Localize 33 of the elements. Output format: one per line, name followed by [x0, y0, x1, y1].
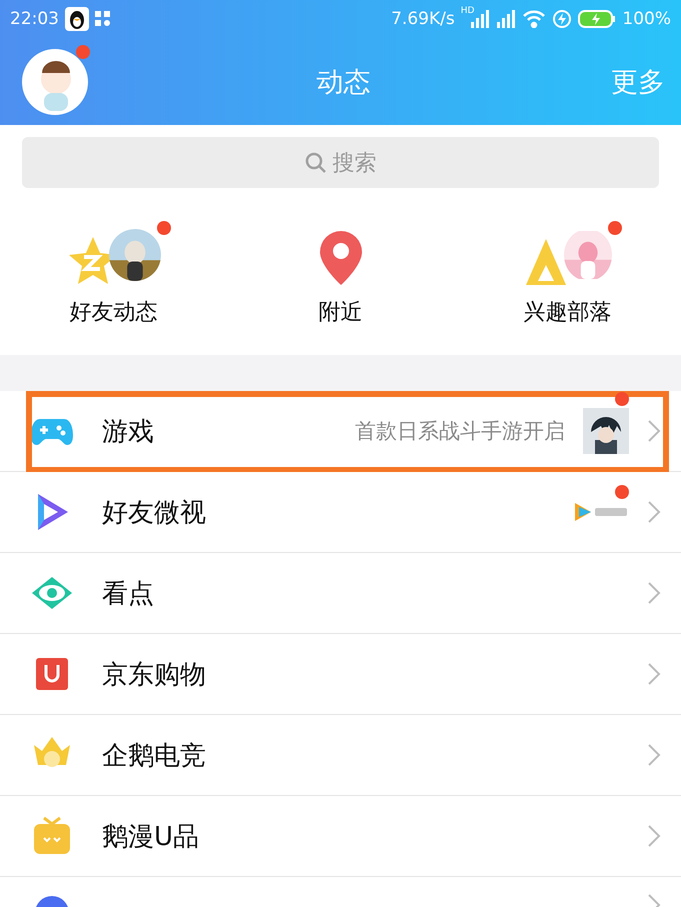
- menu-row[interactable]: 游戏 首款日系战斗手游开启: [0, 391, 681, 472]
- grid-icon: [95, 11, 111, 27]
- chevron-right-icon: [647, 500, 661, 524]
- chevron-right-icon: [647, 419, 661, 443]
- video-logo-icon: [573, 501, 629, 523]
- signal-icon: [496, 10, 516, 28]
- battery-icon: [578, 9, 616, 29]
- location-pin-icon: [318, 229, 364, 287]
- menu-item-label[interactable]: 游戏: [102, 414, 154, 448]
- chevron-right-icon: [647, 581, 661, 605]
- menu-item-label[interactable]: 京东购物: [102, 656, 206, 692]
- shortcut-item[interactable]: 附近: [227, 222, 454, 328]
- shortcut-item[interactable]: 好友动态: [0, 222, 227, 328]
- network-speed: 7.69K/s: [391, 9, 455, 29]
- wifi-icon: [522, 10, 546, 28]
- battery-level: 100%: [622, 9, 671, 29]
- hd-mark: HD: [460, 6, 474, 16]
- penguin-icon: [65, 7, 89, 31]
- chevron-right-icon: [647, 824, 661, 848]
- search-icon: [304, 152, 326, 174]
- status-time: 22:03: [10, 9, 59, 29]
- menu-item-label[interactable]: 企鹅电竞: [102, 738, 206, 772]
- menu-item-subtitle: 首款日系战斗手游开启: [355, 418, 565, 445]
- chevron-right-icon: [647, 743, 661, 767]
- shortcut-item[interactable]: 兴趣部落: [454, 222, 681, 328]
- search-placeholder: 搜索: [332, 150, 376, 178]
- chevron-right-icon: [647, 662, 661, 686]
- page-title: 动态: [316, 66, 370, 100]
- menu-item-label[interactable]: 看点: [102, 576, 154, 610]
- menu-item-label[interactable]: 鹅漫U品: [102, 818, 200, 854]
- charging-icon: [552, 9, 572, 29]
- menu-row[interactable]: 好友微视: [0, 472, 681, 553]
- menu-item-label[interactable]: 好友微视: [102, 494, 206, 530]
